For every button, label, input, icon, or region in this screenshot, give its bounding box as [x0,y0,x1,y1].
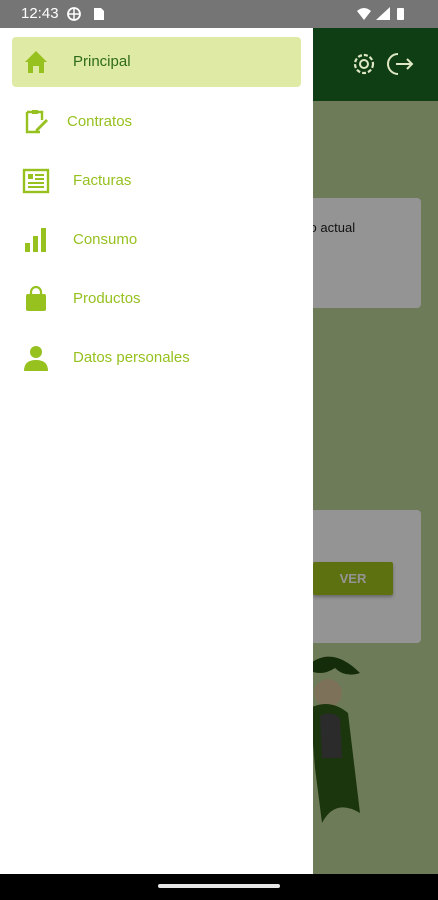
logout-icon[interactable] [386,50,416,83]
shopping-bag-icon [22,285,50,313]
drawer-item-label: Consumo [73,231,138,248]
sim-card-icon [94,8,104,20]
home-icon [22,48,50,76]
battery-icon [397,8,404,20]
drawer-item-contratos[interactable]: Contratos [12,97,301,147]
browser-icon [67,7,81,21]
contract-edit-icon [22,108,50,136]
drawer-item-label: Productos [73,290,141,307]
drawer-item-label: Principal [73,53,131,70]
drawer-item-label: Facturas [73,172,132,189]
status-icons-right [356,6,408,27]
drawer-item-productos[interactable]: Productos [12,274,301,324]
system-nav-bar [0,874,438,900]
drawer-item-label: Contratos [67,113,133,130]
invoice-icon [22,167,50,195]
drawer-item-consumo[interactable]: Consumo [12,215,301,265]
navigation-drawer: Principal Contratos Facturas Consumo Pro… [0,28,313,874]
bar-chart-icon [22,226,50,254]
app-toolbar-actions [350,50,416,83]
status-bar: 12:43 [0,0,438,28]
home-gesture-handle[interactable] [158,884,280,888]
status-time: 12:43 [21,5,59,22]
wifi-icon [357,8,371,20]
status-icons-left [66,6,106,27]
settings-icon[interactable] [350,50,378,83]
drawer-item-principal[interactable]: Principal [12,37,301,87]
drawer-item-datos-personales[interactable]: Datos personales [12,333,301,383]
drawer-item-facturas[interactable]: Facturas [12,156,301,206]
person-icon [22,344,50,372]
signal-icon [376,7,390,20]
drawer-item-label: Datos personales [73,349,190,366]
